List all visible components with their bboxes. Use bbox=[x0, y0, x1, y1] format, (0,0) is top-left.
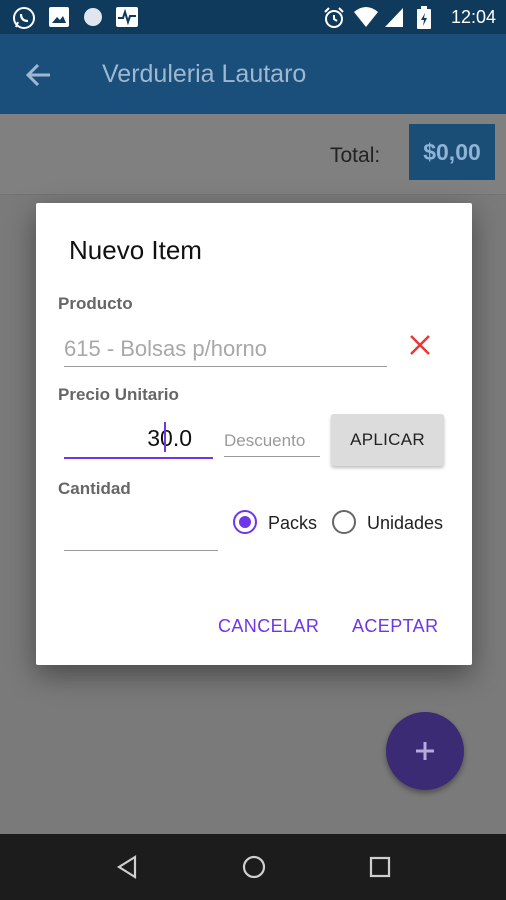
image-icon bbox=[49, 7, 69, 27]
packs-radio-label[interactable]: Packs bbox=[268, 513, 317, 534]
quantity-label: Cantidad bbox=[58, 479, 131, 498]
discount-underline bbox=[224, 456, 320, 457]
plus-icon bbox=[416, 742, 434, 760]
product-field[interactable]: 615 - Bolsas p/horno bbox=[64, 336, 267, 362]
dialog-title: Nuevo Item bbox=[69, 235, 202, 265]
navigation-bar bbox=[0, 834, 506, 900]
product-underline bbox=[64, 366, 387, 367]
recents-icon[interactable] bbox=[368, 854, 392, 880]
alarm-icon bbox=[324, 7, 344, 28]
total-label: Total: bbox=[330, 144, 381, 167]
app-title: Verduleria Lautaro bbox=[102, 60, 307, 88]
wifi-icon bbox=[354, 7, 378, 27]
battery-icon bbox=[417, 6, 431, 29]
add-item-fab[interactable] bbox=[386, 712, 464, 790]
signal-icon bbox=[385, 8, 403, 27]
units-radio-label[interactable]: Unidades bbox=[367, 513, 443, 534]
apply-discount-button[interactable]: APLICAR bbox=[331, 414, 444, 466]
unit-price-underline bbox=[64, 457, 213, 459]
circle-icon bbox=[84, 8, 102, 26]
whatsapp-icon bbox=[13, 7, 35, 29]
clock: 12:04 bbox=[450, 7, 496, 27]
new-item-dialog: Nuevo Item Producto 615 - Bolsas p/horno… bbox=[36, 203, 472, 665]
accept-button[interactable]: ACEPTAR bbox=[352, 616, 438, 637]
unit-price-input[interactable]: 30.0 bbox=[64, 425, 192, 452]
product-label: Producto bbox=[58, 294, 133, 313]
text-caret bbox=[164, 422, 166, 452]
quantity-input[interactable] bbox=[64, 550, 218, 551]
total-value-badge: $0,00 bbox=[409, 124, 495, 180]
home-icon[interactable] bbox=[241, 854, 267, 880]
app-bar: Verduleria Lautaro bbox=[0, 34, 506, 114]
status-bar: 12:04 bbox=[0, 0, 506, 34]
back-icon[interactable] bbox=[115, 854, 139, 880]
packs-radio[interactable] bbox=[233, 510, 257, 534]
unit-price-label: Precio Unitario bbox=[58, 385, 179, 404]
back-arrow-icon[interactable] bbox=[24, 60, 54, 90]
units-radio[interactable] bbox=[332, 510, 356, 534]
activity-icon bbox=[116, 7, 138, 27]
discount-input[interactable]: Descuento bbox=[224, 431, 305, 451]
clear-product-icon[interactable] bbox=[408, 333, 432, 357]
cancel-button[interactable]: CANCELAR bbox=[218, 616, 319, 637]
